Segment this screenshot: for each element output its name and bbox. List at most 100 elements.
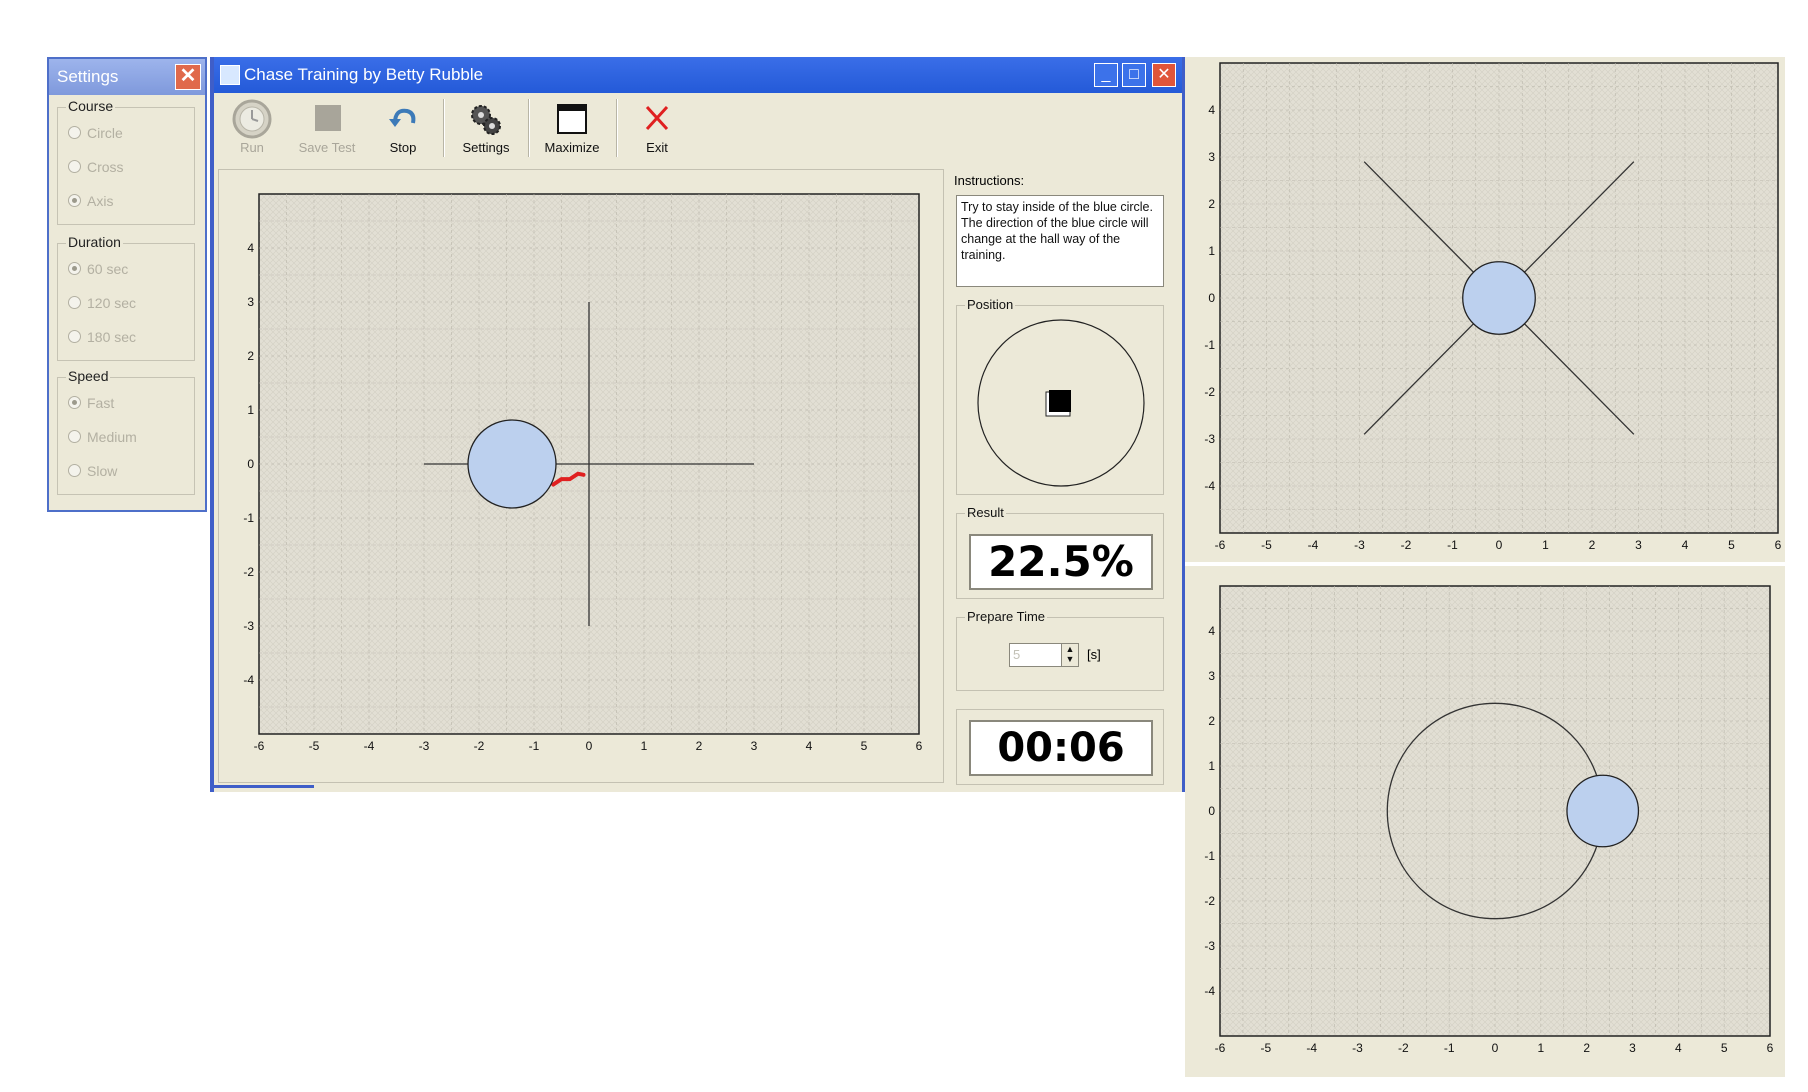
maximize-label: Maximize xyxy=(544,140,600,155)
settings-radio-option[interactable]: 180 sec xyxy=(68,328,136,346)
x-tick-label: -4 xyxy=(1308,538,1319,552)
save-test-label: Save Test xyxy=(298,140,356,155)
exit-button[interactable]: Exit xyxy=(626,95,688,161)
x-tick-label: 6 xyxy=(916,739,923,753)
x-tick-label: -1 xyxy=(1447,538,1458,552)
y-tick-label: 2 xyxy=(1208,714,1215,728)
stop-button[interactable]: Stop xyxy=(374,95,432,161)
x-tick-label: -6 xyxy=(1215,538,1226,552)
x-tick-label: 6 xyxy=(1767,1041,1774,1055)
prepare-time-label: Prepare Time xyxy=(965,609,1048,624)
x-tick-label: 2 xyxy=(1589,538,1596,552)
y-tick-label: 1 xyxy=(1208,244,1215,258)
x-tick-label: 0 xyxy=(586,739,593,753)
position-indicator xyxy=(977,319,1145,487)
settings-close-button[interactable]: ✕ xyxy=(175,64,201,90)
x-tick-label: 1 xyxy=(641,739,648,753)
y-tick-label: -4 xyxy=(1204,984,1215,998)
x-tick-label: -6 xyxy=(1215,1041,1226,1055)
x-tick-label: -3 xyxy=(1354,538,1365,552)
window-icon xyxy=(557,104,587,134)
spinner-arrows-icon[interactable]: ▲ ▼ xyxy=(1061,644,1078,666)
x-icon xyxy=(645,105,669,131)
minimize-window-button[interactable]: _ xyxy=(1094,63,1118,87)
circle-plot: -6 -5 -4 -3 -2 -1 0 1 2 3 4 5 6 4 3 2 1 0 -1 -2 -3 -4 xyxy=(1204,585,1774,1055)
radio-label: Cross xyxy=(87,159,124,175)
settings-label: Settings xyxy=(462,140,510,155)
y-tick-label: 3 xyxy=(1208,150,1215,164)
toolbar-separator xyxy=(443,99,445,157)
x-tick-label: 2 xyxy=(1583,1041,1590,1055)
y-tick-label: 3 xyxy=(1208,669,1215,683)
settings-title-bar: Settings ✕ xyxy=(49,59,205,95)
maximize-button[interactable]: Maximize xyxy=(532,95,612,161)
x-tick-label: 3 xyxy=(751,739,758,753)
clock-icon xyxy=(232,99,272,139)
main-title: Chase Training by Betty Rubble xyxy=(244,65,484,84)
radio-dot-icon xyxy=(68,194,81,207)
settings-radio-option[interactable]: Circle xyxy=(68,124,123,142)
x-tick-label: 4 xyxy=(1682,538,1689,552)
x-tick-label: 5 xyxy=(1721,1041,1728,1055)
x-tick-label: -3 xyxy=(1352,1041,1363,1055)
toolbar-separator xyxy=(528,99,530,157)
x-tick-label: -2 xyxy=(1398,1041,1409,1055)
settings-radio-option[interactable]: Medium xyxy=(68,428,137,446)
save-test-button[interactable]: Save Test xyxy=(288,95,366,161)
settings-radio-option[interactable]: Slow xyxy=(68,462,117,480)
y-tick-label: 1 xyxy=(1208,759,1215,773)
cross-plot: -6 -5 -4 -3 -2 -1 0 1 2 3 4 5 6 4 3 2 1 0 -1 -2 -3 -4 xyxy=(1204,62,1782,552)
app-icon xyxy=(220,65,240,85)
settings-radio-option[interactable]: 60 sec xyxy=(68,260,128,278)
x-tick-label: -2 xyxy=(1401,538,1412,552)
x-tick-label: -2 xyxy=(474,739,485,753)
save-icon xyxy=(315,105,341,131)
close-window-button[interactable]: ✕ xyxy=(1152,63,1176,87)
y-tick-label: 3 xyxy=(247,295,254,309)
x-tick-label: 3 xyxy=(1629,1041,1636,1055)
x-tick-label: -3 xyxy=(419,739,430,753)
radio-dot-icon xyxy=(68,430,81,443)
instructions-label: Instructions: xyxy=(954,173,1025,188)
x-tick-label: -1 xyxy=(529,739,540,753)
timer-display: 00:06 xyxy=(969,720,1153,776)
target-circle xyxy=(467,419,557,509)
settings-radio-option[interactable]: 120 sec xyxy=(68,294,136,312)
radio-label: 120 sec xyxy=(87,295,137,311)
prepare-time-value: 5 xyxy=(1013,647,1021,662)
settings-radio-option[interactable]: Cross xyxy=(68,158,124,176)
x-tick-label: -5 xyxy=(1261,538,1272,552)
y-tick-label: -3 xyxy=(1204,432,1215,446)
main-plot: -6 -5 -4 -3 -2 -1 0 1 2 3 4 5 6 4 3 2 1 0 -1 -2 -3 -4 xyxy=(243,193,923,753)
settings-radio-option[interactable]: Axis xyxy=(68,192,113,210)
settings-group-2: Speed Fast Medium Slow xyxy=(57,368,195,495)
y-tick-label: 4 xyxy=(1208,103,1215,117)
radio-label: Circle xyxy=(87,125,123,141)
prepare-time-spinner[interactable]: 5 ▲ ▼ xyxy=(1009,643,1079,667)
position-group: Position xyxy=(956,297,1164,495)
prepare-time-unit: [s] xyxy=(1087,647,1101,662)
x-tick-label: 5 xyxy=(861,739,868,753)
x-tick-label: -4 xyxy=(1306,1041,1317,1055)
maximize-window-button[interactable]: □ xyxy=(1122,63,1146,87)
settings-radio-option[interactable]: Fast xyxy=(68,394,114,412)
run-button[interactable]: Run xyxy=(222,95,282,161)
radio-dot-icon xyxy=(68,330,81,343)
settings-button[interactable]: Settings xyxy=(448,95,524,161)
circle-plot-panel: -6 -5 -4 -3 -2 -1 0 1 2 3 4 5 6 4 3 2 1 0 -1 -2 -3 -4 xyxy=(1185,566,1785,1077)
settings-group-label: Speed xyxy=(66,368,111,384)
target-circle xyxy=(1566,774,1640,848)
y-tick-label: -2 xyxy=(243,565,254,579)
y-tick-label: -1 xyxy=(1204,849,1215,863)
instructions-textbox[interactable]: Try to stay inside of the blue circle. T… xyxy=(956,195,1164,287)
y-tick-label: 2 xyxy=(1208,197,1215,211)
toolbar-separator xyxy=(616,99,618,157)
y-tick-label: -2 xyxy=(1204,894,1215,908)
x-tick-label: -5 xyxy=(1260,1041,1271,1055)
y-tick-label: 0 xyxy=(247,457,254,471)
x-tick-label: 0 xyxy=(1496,538,1503,552)
radio-dot-icon xyxy=(68,296,81,309)
settings-group-label: Duration xyxy=(66,234,123,250)
x-tick-label: 5 xyxy=(1728,538,1735,552)
y-tick-label: 0 xyxy=(1208,804,1215,818)
